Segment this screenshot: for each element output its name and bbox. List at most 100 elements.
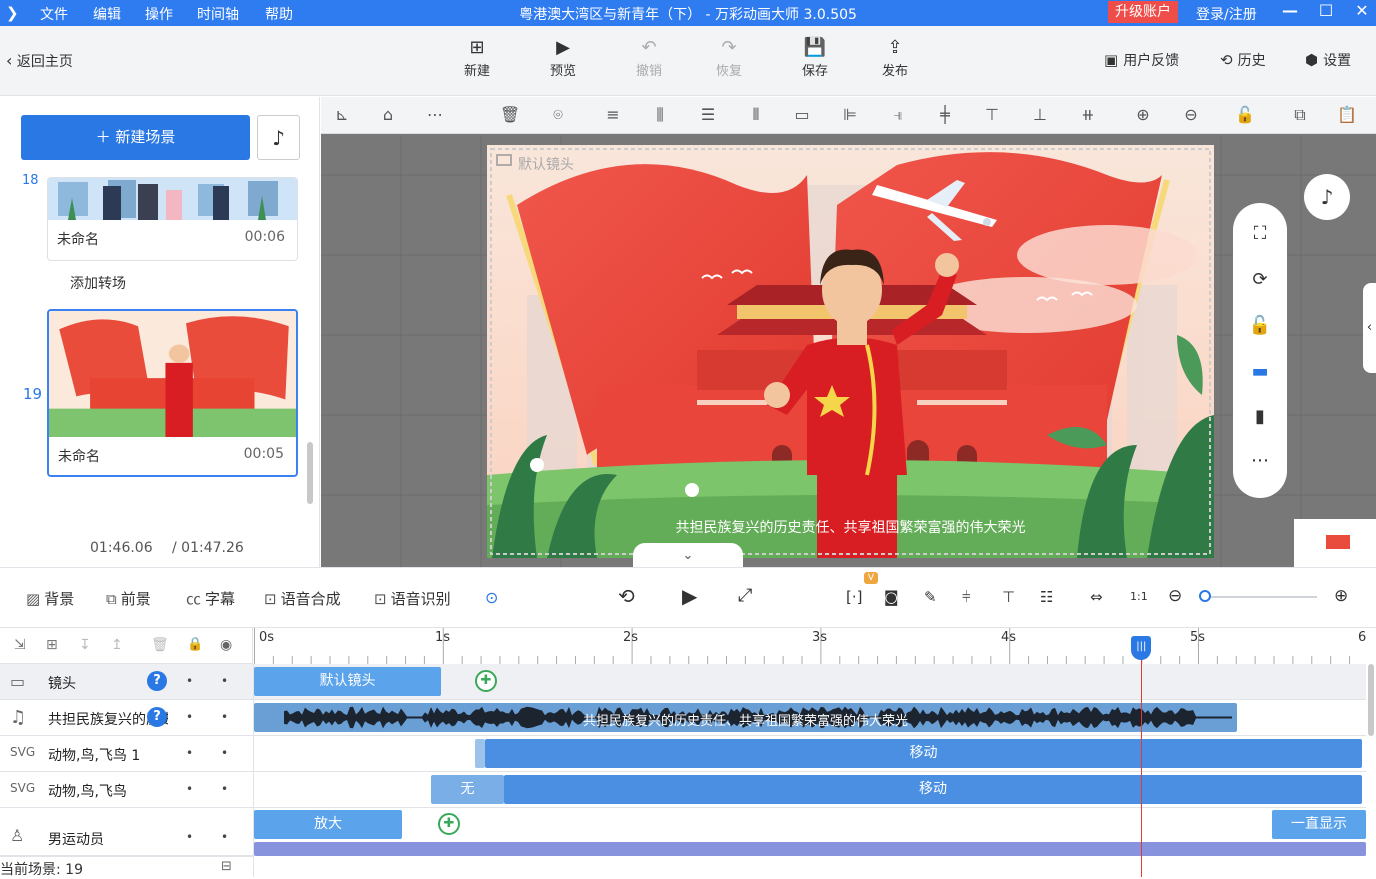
track-dot[interactable]: •: [186, 830, 193, 844]
zoom-slider-handle[interactable]: [1199, 590, 1211, 602]
fit-icon[interactable]: ⌾: [547, 105, 569, 125]
device-icon[interactable]: ▮: [1233, 406, 1287, 427]
none-block[interactable]: 无: [431, 775, 504, 804]
move-down-icon[interactable]: ↧: [79, 637, 91, 653]
add-keyframe-icon[interactable]: ✚: [475, 670, 497, 692]
align-center-v-icon[interactable]: ⫼: [649, 105, 671, 125]
settings-button[interactable]: ⬢ 设置: [1305, 50, 1351, 70]
track-athlete[interactable]: ♙ 男运动员 • • 放大 ✚ 一直显示: [0, 808, 1366, 856]
align-top-icon[interactable]: ⊤: [981, 105, 1003, 124]
align-bottom-icon[interactable]: ⊥: [1029, 105, 1051, 124]
track-dot[interactable]: •: [186, 710, 193, 724]
track-dot[interactable]: •: [186, 674, 193, 688]
import-icon[interactable]: ⇲: [14, 637, 26, 653]
fit-width-tool[interactable]: ⇔: [1090, 588, 1103, 606]
track-dot[interactable]: •: [221, 830, 228, 844]
music-button[interactable]: ♪: [257, 115, 300, 160]
screenshot-icon[interactable]: ⛶: [1233, 223, 1287, 244]
lock-icon[interactable]: 🔓: [1234, 105, 1256, 124]
scene-card-18[interactable]: 未命名 00:06: [47, 177, 298, 261]
collapse-panel-button[interactable]: ⌄: [633, 543, 743, 567]
add-keyframe-icon[interactable]: ✚: [438, 813, 460, 835]
login-register-link[interactable]: 登录/注册: [1196, 4, 1257, 24]
play-button[interactable]: ▶: [682, 584, 697, 608]
replay-button[interactable]: ⟲: [618, 584, 635, 608]
history-button[interactable]: ⟲ 历史: [1220, 50, 1266, 70]
track-dot[interactable]: •: [221, 710, 228, 724]
zoom-out-button[interactable]: ⊖: [1168, 586, 1182, 606]
scene-card-19[interactable]: 未命名 00:05: [47, 309, 298, 477]
camera-frame-tool[interactable]: [·]: [846, 588, 862, 606]
copy-icon[interactable]: ⧉: [1289, 105, 1311, 125]
add-folder-icon[interactable]: ⊞: [46, 637, 58, 653]
track-camera[interactable]: ▭ 镜头 ? • • 默认镜头 ✚: [0, 664, 1366, 700]
track-audio[interactable]: ♫ 共担民族复兴的历史 ? • • 共担民族复兴的历史责任、共享祖国繁荣富强的伟…: [0, 700, 1366, 736]
move-block[interactable]: 移动: [504, 775, 1362, 804]
track-dot[interactable]: •: [186, 782, 193, 796]
back-home-button[interactable]: ‹ 返回主页: [6, 51, 73, 71]
home-icon[interactable]: ⌂: [377, 105, 399, 124]
minimize-icon[interactable]: —: [1280, 1, 1300, 20]
move-block[interactable]: 移动: [485, 739, 1362, 768]
ruler-icon[interactable]: ⊾: [331, 105, 353, 124]
new-scene-button[interactable]: ＋ 新建场景: [21, 115, 250, 160]
camera-block[interactable]: 默认镜头: [254, 667, 441, 696]
same-width-icon[interactable]: ▭: [791, 105, 813, 124]
more-icon[interactable]: ⋯: [1233, 450, 1287, 471]
move-up-icon[interactable]: ↥: [111, 637, 123, 653]
timeline-scrollbar[interactable]: [1368, 664, 1374, 736]
upgrade-button[interactable]: 升级账户: [1108, 1, 1178, 23]
snapshot-tool[interactable]: ◙: [884, 588, 899, 606]
asr-button[interactable]: ⊡ 语音识别: [374, 588, 451, 609]
undo-button[interactable]: ↶ 撤销: [624, 36, 674, 79]
lock-icon[interactable]: 🔒: [187, 637, 203, 652]
redo-button[interactable]: ↷ 恢复: [704, 36, 754, 79]
edit-tool[interactable]: ✎: [924, 588, 937, 606]
split-tool[interactable]: ⫩: [962, 588, 971, 606]
track-bird-1[interactable]: SVG 动物,鸟,飞鸟 1 • • 移动: [0, 736, 1366, 772]
align-right-icon[interactable]: ⫣: [887, 105, 909, 125]
publish-button[interactable]: ⇪ 发布: [870, 36, 920, 79]
align-left-icon[interactable]: ⊫: [839, 105, 861, 124]
maximize-icon[interactable]: ☐: [1316, 1, 1336, 20]
distribute-h-icon[interactable]: ⫴: [745, 105, 767, 125]
zoom-out-icon[interactable]: ⊖: [1180, 105, 1202, 124]
next-track-block[interactable]: [254, 842, 1366, 856]
delete-icon[interactable]: 🗑: [499, 105, 521, 124]
adjust-tool[interactable]: ☷: [1040, 588, 1053, 606]
align-middle-icon[interactable]: ╪: [934, 105, 956, 124]
stage-canvas[interactable]: 默认镜头 共担民族复兴的历史责任、共享祖国繁荣富强的伟大荣光: [487, 145, 1214, 558]
preview-button[interactable]: ▶ 预览: [538, 36, 588, 79]
audio-block[interactable]: 共担民族复兴的历史责任、共享祖国繁荣富强的伟大荣光: [254, 703, 1237, 732]
feedback-button[interactable]: ▣ 用户反馈: [1104, 50, 1179, 70]
new-button[interactable]: ⊞ 新建: [452, 36, 502, 79]
scene-list-scrollbar[interactable]: [307, 442, 313, 504]
side-panel-toggle[interactable]: ‹: [1363, 283, 1376, 373]
save-button[interactable]: 💾 保存: [790, 36, 840, 79]
help-icon[interactable]: ?: [147, 707, 167, 727]
filter-tool[interactable]: ⊤: [1002, 588, 1015, 606]
distribute-v-icon[interactable]: ☰: [697, 105, 719, 124]
track-dot[interactable]: •: [221, 782, 228, 796]
delete-icon[interactable]: 🗑: [151, 637, 169, 653]
enter-block[interactable]: [475, 739, 485, 768]
zoom-in-button[interactable]: ⊕: [1334, 586, 1348, 606]
zoom-block[interactable]: 放大: [254, 810, 402, 839]
background-button[interactable]: ▨ 背景: [26, 588, 74, 609]
zoom-slider-track[interactable]: [1205, 596, 1317, 598]
more-tools-button[interactable]: ⊙: [485, 588, 498, 607]
unlock-icon[interactable]: 🔓: [1233, 315, 1287, 336]
playhead-handle[interactable]: |||: [1131, 636, 1152, 660]
align-vcenter-icon[interactable]: ⧺: [1077, 105, 1099, 124]
track-bird[interactable]: SVG 动物,鸟,飞鸟 • • 无 移动: [0, 772, 1366, 808]
close-icon[interactable]: ✕: [1352, 1, 1372, 20]
add-transition-button[interactable]: 添加转场: [70, 273, 126, 293]
always-show-block[interactable]: 一直显示: [1272, 810, 1366, 839]
foreground-button[interactable]: ⧉ 前景: [106, 588, 151, 609]
eye-icon[interactable]: ◉: [220, 637, 232, 653]
actual-size-tool[interactable]: 1:1: [1130, 590, 1148, 603]
paste-icon[interactable]: 📋: [1336, 105, 1358, 124]
fullscreen-button[interactable]: ⤢: [738, 585, 752, 606]
zoom-in-icon[interactable]: ⊕: [1132, 105, 1154, 124]
screen-icon[interactable]: ▬: [1233, 361, 1287, 382]
